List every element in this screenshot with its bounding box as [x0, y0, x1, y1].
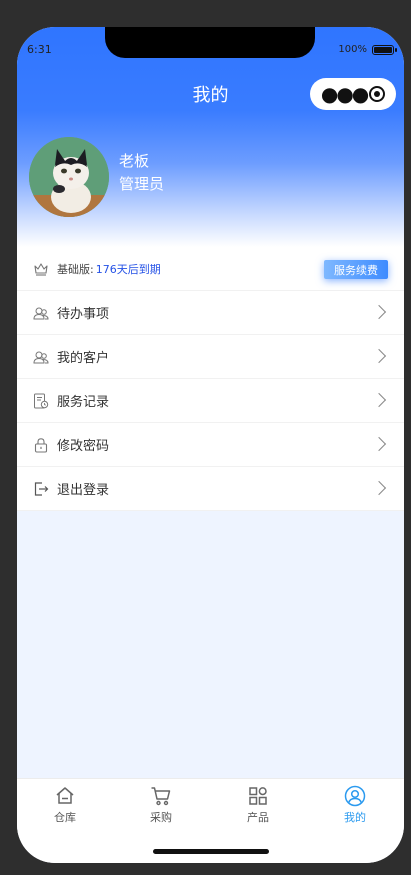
menu-item-label: 退出登录: [57, 483, 110, 498]
battery-icon: [372, 44, 397, 55]
tab-label: 我的: [344, 811, 366, 824]
home-indicator[interactable]: [153, 849, 269, 854]
chevron-right-icon: [371, 348, 387, 364]
battery-indicator: 100%: [338, 44, 397, 55]
device-notch: [105, 27, 315, 58]
cart-icon: [151, 787, 171, 806]
menu-item-service-records[interactable]: 服务记录: [17, 379, 404, 423]
grid-icon: [249, 787, 267, 805]
home-icon: [56, 787, 74, 804]
tab-label: 产品: [247, 811, 269, 824]
tab-warehouse[interactable]: 仓库: [17, 785, 113, 825]
menu-item-label: 修改密码: [57, 439, 110, 454]
chevron-right-icon: [371, 436, 387, 452]
menu-item-logout[interactable]: 退出登录: [17, 467, 404, 511]
menu-list: 基础版: 176天后到期 服务续费 待办事项 我的客户 服务记录 修改密码 退出…: [17, 247, 404, 511]
profile-role: 管理员: [119, 175, 165, 193]
record-clock-icon: [33, 393, 49, 409]
user-circle-icon: [344, 785, 366, 807]
plan-row: 基础版: 176天后到期 服务续费: [17, 247, 404, 291]
chevron-right-icon: [371, 392, 387, 408]
battery-percent: 100%: [338, 44, 367, 55]
plan-label: 基础版:: [57, 262, 94, 276]
mini-program-capsule: ●●●: [310, 78, 396, 110]
tab-label: 采购: [150, 811, 172, 824]
renew-service-button[interactable]: 服务续费: [324, 260, 388, 279]
lock-icon: [33, 437, 49, 453]
menu-item-change-password[interactable]: 修改密码: [17, 423, 404, 467]
tab-label: 仓库: [54, 811, 76, 824]
tab-products[interactable]: 产品: [210, 785, 306, 825]
plan-expire-text: 176天后到期: [95, 262, 161, 276]
phone-screen: 6:31 100% 我的 ●●● 老板 管理员 基础版: 176天后到期 服务续…: [17, 27, 404, 863]
users-icon: [33, 349, 49, 365]
logout-icon: [33, 481, 49, 497]
profile-name: 老板: [119, 152, 150, 170]
more-dots-icon[interactable]: ●●●: [321, 84, 369, 104]
chevron-right-icon: [371, 304, 387, 320]
status-time: 6:31: [27, 43, 52, 56]
menu-item-todo[interactable]: 待办事项: [17, 291, 404, 335]
tab-purchase[interactable]: 采购: [113, 785, 209, 825]
tab-bar: 仓库 采购 产品 我的: [17, 778, 404, 863]
tab-mine[interactable]: 我的: [307, 785, 403, 825]
crown-icon: [33, 261, 49, 277]
target-close-icon[interactable]: [369, 86, 386, 102]
chevron-right-icon: [371, 480, 387, 496]
avatar[interactable]: [29, 137, 109, 217]
menu-item-customers[interactable]: 我的客户: [17, 335, 404, 379]
menu-item-label: 待办事项: [57, 307, 110, 322]
cat-avatar-icon: [29, 137, 109, 217]
menu-item-label: 我的客户: [57, 351, 110, 366]
users-icon: [33, 305, 49, 321]
menu-item-label: 服务记录: [57, 395, 110, 410]
